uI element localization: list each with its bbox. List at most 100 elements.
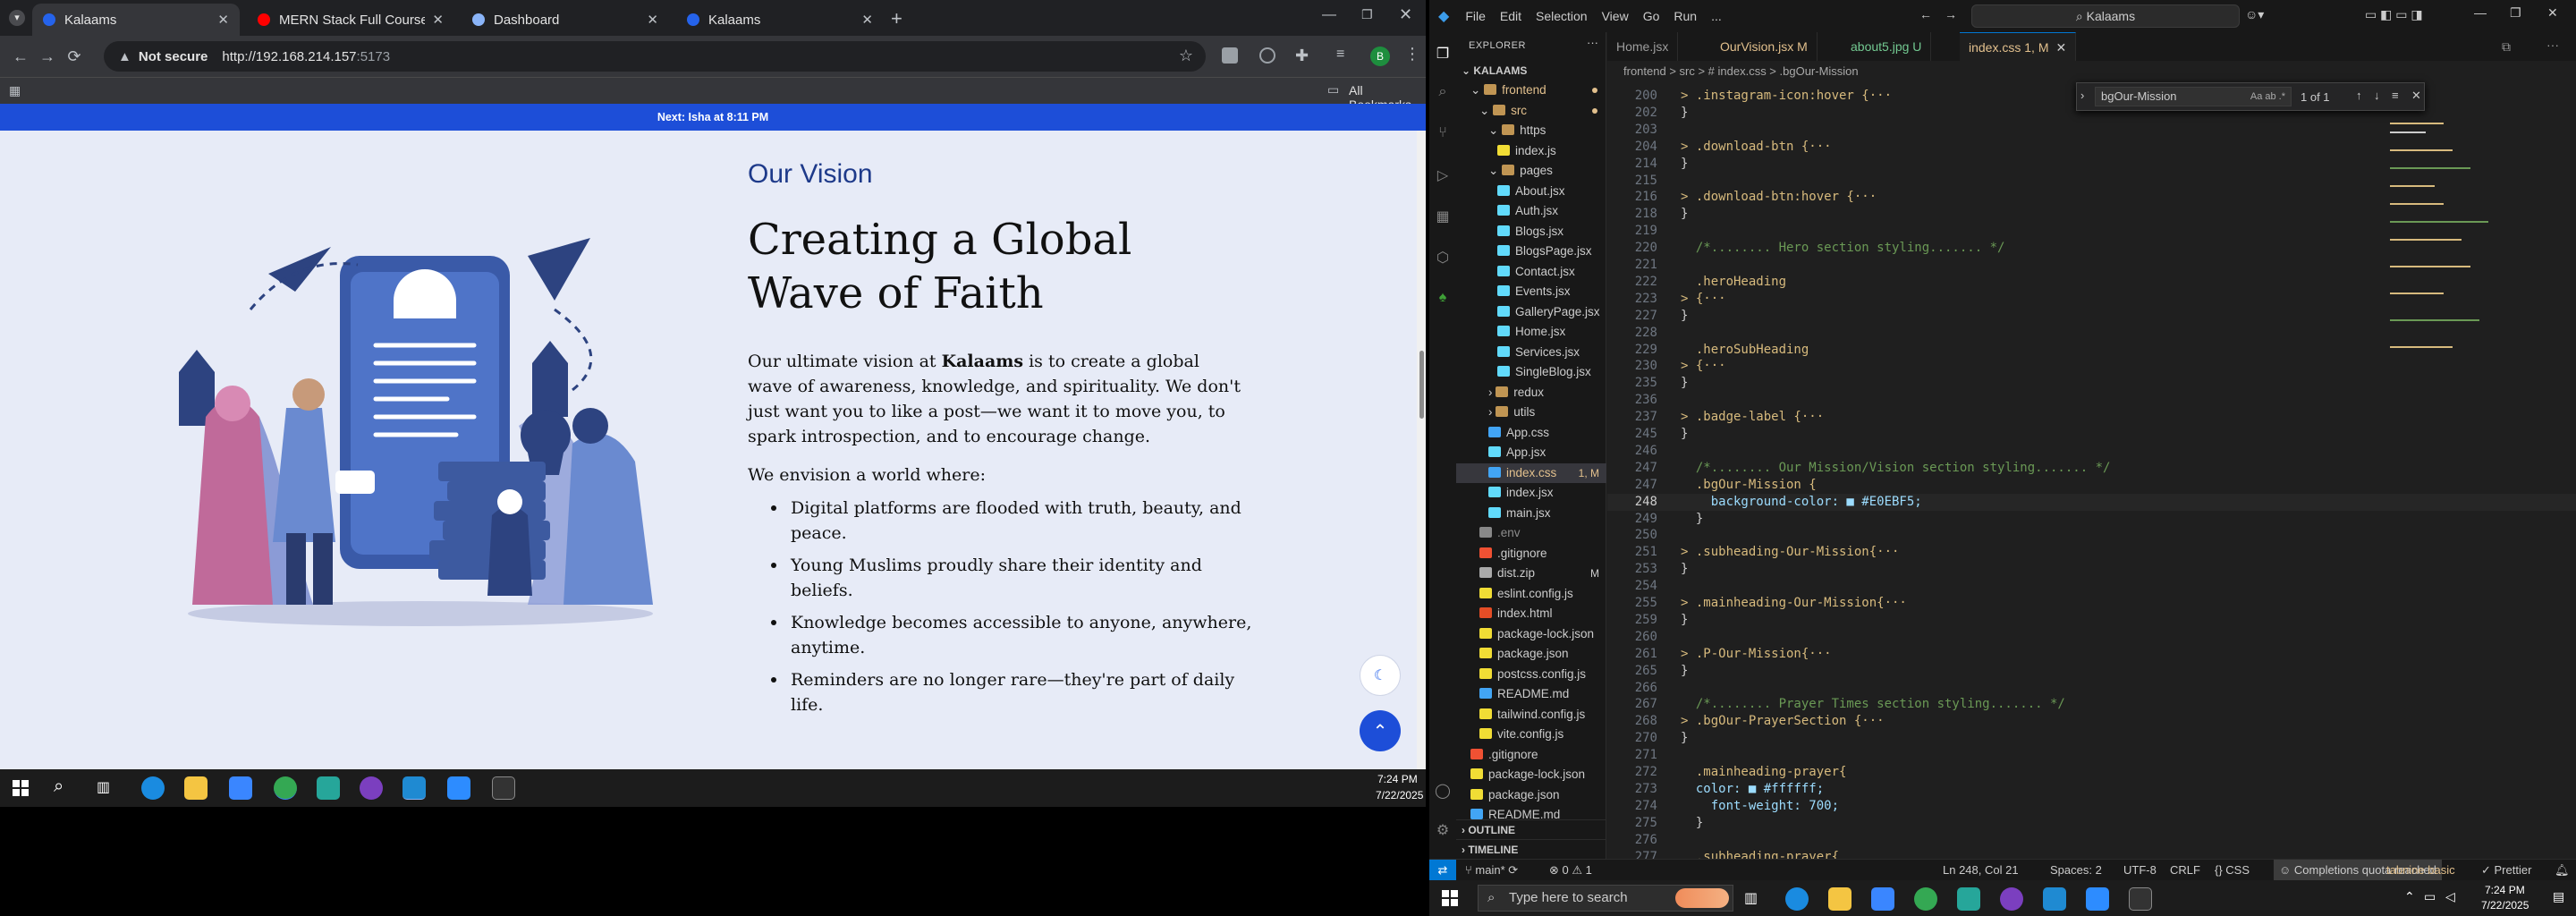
find-options[interactable]: Aa ab .* bbox=[2250, 88, 2285, 106]
code-line[interactable]: 246 bbox=[1607, 443, 2576, 460]
close-icon[interactable]: ✕ bbox=[2547, 5, 2558, 21]
command-center[interactable]: ⌕ Kalaams bbox=[1971, 4, 2240, 28]
prettier-status[interactable]: ✓ Prettier bbox=[2481, 860, 2531, 880]
search-icon[interactable]: ⌕ bbox=[54, 776, 64, 797]
prayer-times-button[interactable]: ☾ bbox=[1360, 655, 1401, 696]
code-line[interactable]: 273 color: ■ #ffffff; bbox=[1607, 781, 2576, 798]
app-icon[interactable] bbox=[317, 776, 340, 800]
volume-icon[interactable]: ◁ bbox=[2445, 889, 2455, 904]
code-line[interactable]: 268 > .bgOur-PrayerSection {··· bbox=[1607, 713, 2576, 730]
list-item[interactable]: App.css bbox=[1456, 423, 1606, 443]
list-item[interactable]: Events.jsx bbox=[1456, 282, 1606, 301]
list-item[interactable]: .gitignore bbox=[1456, 544, 1606, 564]
list-item[interactable]: package.json bbox=[1456, 644, 1606, 664]
restore-icon[interactable]: ❐ bbox=[1361, 7, 1373, 22]
clock-time[interactable]: 7:24 PM bbox=[2485, 884, 2525, 896]
list-item[interactable]: GalleryPage.jsx bbox=[1456, 302, 1606, 322]
problems-count[interactable]: ⊗ 0 ⚠ 1 bbox=[1549, 860, 1592, 880]
bookmark-star-icon[interactable]: ☆ bbox=[1179, 47, 1193, 65]
edge-icon[interactable] bbox=[141, 776, 165, 800]
store-icon[interactable] bbox=[1871, 887, 1894, 911]
list-item[interactable]: Contact.jsx bbox=[1456, 262, 1606, 282]
list-item[interactable]: Blogs.jsx bbox=[1456, 222, 1606, 242]
line-ending[interactable]: CRLF bbox=[2170, 860, 2200, 880]
menu-item-2[interactable]: Selection bbox=[1529, 9, 1595, 23]
vscode-icon[interactable] bbox=[402, 776, 426, 800]
code-line[interactable]: 247 .bgOur-Mission { bbox=[1607, 477, 2576, 494]
close-find-icon[interactable]: ✕ bbox=[2411, 89, 2421, 103]
list-item[interactable]: BlogsPage.jsx bbox=[1456, 242, 1606, 261]
github-desktop-icon[interactable] bbox=[2000, 887, 2023, 911]
list-item[interactable]: package-lock.json bbox=[1456, 765, 1606, 785]
previous-match-icon[interactable]: ↑ bbox=[2356, 89, 2362, 102]
menu-item-5[interactable]: Run bbox=[1666, 9, 1704, 23]
cursor-position[interactable]: Ln 248, Col 21 bbox=[1943, 860, 2019, 880]
list-item[interactable]: index.js bbox=[1456, 141, 1606, 161]
clock-date[interactable]: 7/22/2025 bbox=[1376, 789, 1423, 802]
list-item[interactable]: ⌄ src bbox=[1456, 101, 1606, 121]
list-item[interactable]: index.jsx bbox=[1456, 483, 1606, 503]
run-debug-icon[interactable]: ▷ bbox=[1435, 166, 1451, 183]
git-branch[interactable]: ⑂ main* ⟳ bbox=[1465, 860, 1518, 880]
menu-item-0[interactable]: File bbox=[1458, 9, 1493, 23]
file-explorer-icon[interactable] bbox=[184, 776, 208, 800]
code-line[interactable]: 253} bbox=[1607, 561, 2576, 578]
tab-1[interactable]: MERN Stack Full Course - ECom ✕ bbox=[247, 4, 454, 36]
code-line[interactable]: 248 background-color: ■ #E0EBF5; bbox=[1607, 493, 2576, 511]
list-item[interactable]: Services.jsx bbox=[1456, 343, 1606, 362]
code-line[interactable]: 249 } bbox=[1607, 511, 2576, 528]
code-line[interactable]: 251 > .subheading-Our-Mission{··· bbox=[1607, 544, 2576, 561]
extension-icon-2[interactable] bbox=[1259, 47, 1275, 64]
extension-icon-1[interactable] bbox=[1222, 47, 1238, 64]
code-line[interactable]: 265} bbox=[1607, 663, 2576, 680]
close-window-icon[interactable]: ✕ bbox=[1399, 5, 1412, 24]
list-item[interactable]: App.jsx bbox=[1456, 443, 1606, 462]
list-item[interactable]: package.json bbox=[1456, 785, 1606, 805]
apps-grid-icon[interactable]: ▦ bbox=[9, 83, 21, 98]
editor-tab-0[interactable]: Home.jsx bbox=[1607, 32, 1679, 61]
indentation[interactable]: Spaces: 2 bbox=[2050, 860, 2102, 880]
list-item[interactable]: .env bbox=[1456, 523, 1606, 543]
address-bar[interactable]: ▲ Not secure http://192.168.214.157:5173… bbox=[104, 41, 1206, 72]
list-item[interactable]: SingleBlog.jsx bbox=[1456, 362, 1606, 382]
minimap[interactable] bbox=[2390, 114, 2533, 401]
taskbar-search-input[interactable]: ⌕ Type here to search bbox=[1478, 885, 1733, 912]
tabnine-status[interactable]: tabnine basic bbox=[2386, 860, 2455, 880]
minimize-icon[interactable]: — bbox=[1322, 7, 1336, 23]
notifications-bell-icon[interactable]: 🔔︎ bbox=[2555, 860, 2570, 880]
code-line[interactable]: 255 > .mainheading-Our-Mission{··· bbox=[1607, 595, 2576, 612]
list-item[interactable]: › redux bbox=[1456, 383, 1606, 403]
language-mode[interactable]: {} CSS bbox=[2215, 860, 2250, 880]
chrome-icon[interactable] bbox=[1914, 887, 1937, 911]
page-scrollbar[interactable] bbox=[1417, 131, 1426, 769]
code-line[interactable]: 275 } bbox=[1607, 815, 2576, 832]
list-item[interactable]: index.css 1, M bbox=[1456, 462, 1606, 483]
list-item[interactable]: README.md bbox=[1456, 684, 1606, 704]
editor-tab-2[interactable]: about5.jpg U bbox=[1842, 32, 1932, 61]
code-line[interactable]: 259} bbox=[1607, 612, 2576, 629]
list-item[interactable]: ⌄ https bbox=[1456, 121, 1606, 140]
list-item[interactable]: Home.jsx bbox=[1456, 322, 1606, 342]
new-tab-button[interactable]: + bbox=[891, 7, 902, 30]
github-desktop-icon[interactable] bbox=[360, 776, 383, 800]
edge-icon[interactable] bbox=[1785, 887, 1809, 911]
code-line[interactable]: 274 font-weight: 700; bbox=[1607, 798, 2576, 815]
list-item[interactable]: › utils bbox=[1456, 403, 1606, 422]
terminal-icon[interactable] bbox=[492, 776, 515, 800]
notification-icon[interactable]: ▤ bbox=[2553, 889, 2564, 904]
split-editor-icon[interactable]: ⧉ bbox=[2502, 39, 2511, 55]
tab-3[interactable]: Kalaams ✕ bbox=[676, 4, 884, 36]
back-icon[interactable]: ← bbox=[7, 47, 34, 66]
code-line[interactable]: 261 > .P-Our-Mission{··· bbox=[1607, 646, 2576, 663]
tab-0[interactable]: Kalaams ✕ bbox=[32, 4, 240, 36]
remote-indicator[interactable]: ⇄ bbox=[1429, 860, 1456, 880]
list-item[interactable]: index.html bbox=[1456, 604, 1606, 623]
menu-item-3[interactable]: View bbox=[1595, 9, 1636, 23]
code-line[interactable]: 247 /*........ Our Mission/Vision sectio… bbox=[1607, 460, 2576, 477]
mongodb-icon[interactable]: ♠ bbox=[1435, 290, 1451, 306]
code-line[interactable]: 270} bbox=[1607, 730, 2576, 747]
list-item[interactable]: About.jsx bbox=[1456, 182, 1606, 201]
editor-tab-1[interactable]: OurVision.jsx M bbox=[1711, 32, 1818, 61]
close-tab-icon[interactable]: ✕ bbox=[217, 12, 229, 28]
next-match-icon[interactable]: ↓ bbox=[2374, 89, 2380, 102]
